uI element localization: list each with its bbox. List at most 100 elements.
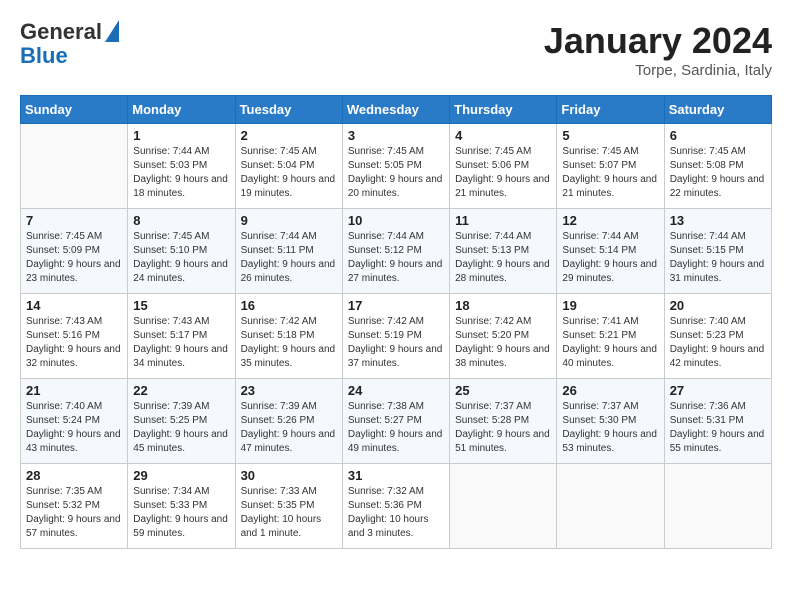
day-number: 26 xyxy=(562,383,658,398)
calendar-cell: 31 Sunrise: 7:32 AMSunset: 5:36 PMDayligh… xyxy=(342,464,449,549)
day-info: Sunrise: 7:45 AMSunset: 5:08 PMDaylight:… xyxy=(670,145,766,201)
weekday-header-saturday: Saturday xyxy=(664,96,771,124)
day-number: 24 xyxy=(348,383,444,398)
week-row-5: 28Sunrise: 7:35 AMSunset: 5:32 PMDayligh… xyxy=(21,464,772,549)
day-info: Sunrise: 7:43 AMSunset: 5:16 PMDaylight:… xyxy=(26,315,122,371)
day-number: 3 xyxy=(348,128,444,143)
day-info: Sunrise: 7:40 AMSunset: 5:23 PMDaylight:… xyxy=(670,315,766,371)
calendar-cell: 21 Sunrise: 7:40 AMSunset: 5:24 PMDayligh… xyxy=(21,379,128,464)
day-info: Sunrise: 7:44 AMSunset: 5:14 PMDaylight:… xyxy=(562,230,658,286)
day-number: 16 xyxy=(241,298,337,313)
day-info: Sunrise: 7:36 AMSunset: 5:31 PMDaylight:… xyxy=(670,400,766,456)
day-number: 27 xyxy=(670,383,766,398)
logo-triangle-icon xyxy=(105,20,119,42)
day-info: Sunrise: 7:44 AMSunset: 5:03 PMDaylight:… xyxy=(133,145,229,201)
calendar-cell: 11 Sunrise: 7:44 AMSunset: 5:13 PMDayligh… xyxy=(450,209,557,294)
week-row-1: 1 Sunrise: 7:44 AMSunset: 5:03 PMDaylight… xyxy=(21,124,772,209)
page-header: General Blue January 2024 Torpe, Sardini… xyxy=(20,20,772,79)
day-info: Sunrise: 7:45 AMSunset: 5:09 PMDaylight:… xyxy=(26,230,122,286)
day-number: 17 xyxy=(348,298,444,313)
day-number: 2 xyxy=(241,128,337,143)
day-info: Sunrise: 7:42 AMSunset: 5:20 PMDaylight:… xyxy=(455,315,551,371)
calendar-cell: 25Sunrise: 7:37 AMSunset: 5:28 PMDayligh… xyxy=(450,379,557,464)
calendar-cell: 17 Sunrise: 7:42 AMSunset: 5:19 PMDayligh… xyxy=(342,294,449,379)
calendar-cell: 18 Sunrise: 7:42 AMSunset: 5:20 PMDayligh… xyxy=(450,294,557,379)
day-info: Sunrise: 7:32 AMSunset: 5:36 PMDaylight:… xyxy=(348,485,444,541)
calendar-cell: 9Sunrise: 7:44 AMSunset: 5:11 PMDaylight… xyxy=(235,209,342,294)
day-number: 13 xyxy=(670,213,766,228)
calendar-cell: 4 Sunrise: 7:45 AMSunset: 5:06 PMDaylight… xyxy=(450,124,557,209)
logo-blue-text: Blue xyxy=(20,43,68,68)
day-info: Sunrise: 7:45 AMSunset: 5:10 PMDaylight:… xyxy=(133,230,229,286)
calendar-cell: 23Sunrise: 7:39 AMSunset: 5:26 PMDayligh… xyxy=(235,379,342,464)
day-info: Sunrise: 7:45 AMSunset: 5:05 PMDaylight:… xyxy=(348,145,444,201)
day-info: Sunrise: 7:44 AMSunset: 5:15 PMDaylight:… xyxy=(670,230,766,286)
calendar-cell xyxy=(21,124,128,209)
day-number: 12 xyxy=(562,213,658,228)
day-info: Sunrise: 7:39 AMSunset: 5:25 PMDaylight:… xyxy=(133,400,229,456)
day-number: 21 xyxy=(26,383,122,398)
day-number: 31 xyxy=(348,468,444,483)
calendar-cell: 20 Sunrise: 7:40 AMSunset: 5:23 PMDayligh… xyxy=(664,294,771,379)
day-info: Sunrise: 7:37 AMSunset: 5:28 PMDaylight:… xyxy=(455,400,551,456)
day-info: Sunrise: 7:43 AMSunset: 5:17 PMDaylight:… xyxy=(133,315,229,371)
calendar-cell: 14Sunrise: 7:43 AMSunset: 5:16 PMDayligh… xyxy=(21,294,128,379)
calendar-cell xyxy=(557,464,664,549)
calendar-cell: 28Sunrise: 7:35 AMSunset: 5:32 PMDayligh… xyxy=(21,464,128,549)
day-number: 4 xyxy=(455,128,551,143)
calendar-cell: 8Sunrise: 7:45 AMSunset: 5:10 PMDaylight… xyxy=(128,209,235,294)
day-info: Sunrise: 7:44 AMSunset: 5:12 PMDaylight:… xyxy=(348,230,444,286)
day-number: 9 xyxy=(241,213,337,228)
calendar-cell: 3 Sunrise: 7:45 AMSunset: 5:05 PMDaylight… xyxy=(342,124,449,209)
calendar-cell: 1 Sunrise: 7:44 AMSunset: 5:03 PMDaylight… xyxy=(128,124,235,209)
weekday-header-wednesday: Wednesday xyxy=(342,96,449,124)
weekday-header-friday: Friday xyxy=(557,96,664,124)
week-row-2: 7 Sunrise: 7:45 AMSunset: 5:09 PMDaylight… xyxy=(21,209,772,294)
calendar-cell: 10 Sunrise: 7:44 AMSunset: 5:12 PMDayligh… xyxy=(342,209,449,294)
day-number: 10 xyxy=(348,213,444,228)
day-info: Sunrise: 7:38 AMSunset: 5:27 PMDaylight:… xyxy=(348,400,444,456)
calendar-cell xyxy=(664,464,771,549)
week-row-4: 21 Sunrise: 7:40 AMSunset: 5:24 PMDayligh… xyxy=(21,379,772,464)
day-number: 23 xyxy=(241,383,337,398)
calendar-cell xyxy=(450,464,557,549)
day-info: Sunrise: 7:45 AMSunset: 5:07 PMDaylight:… xyxy=(562,145,658,201)
day-info: Sunrise: 7:41 AMSunset: 5:21 PMDaylight:… xyxy=(562,315,658,371)
day-number: 18 xyxy=(455,298,551,313)
day-info: Sunrise: 7:42 AMSunset: 5:18 PMDaylight:… xyxy=(241,315,337,371)
day-info: Sunrise: 7:33 AMSunset: 5:35 PMDaylight:… xyxy=(241,485,337,541)
weekday-header-monday: Monday xyxy=(128,96,235,124)
calendar-cell: 5Sunrise: 7:45 AMSunset: 5:07 PMDaylight… xyxy=(557,124,664,209)
calendar-cell: 27 Sunrise: 7:36 AMSunset: 5:31 PMDayligh… xyxy=(664,379,771,464)
day-number: 20 xyxy=(670,298,766,313)
calendar-table: SundayMondayTuesdayWednesdayThursdayFrid… xyxy=(20,95,772,549)
day-info: Sunrise: 7:40 AMSunset: 5:24 PMDaylight:… xyxy=(26,400,122,456)
month-title: January 2024 xyxy=(544,20,772,62)
logo-text: General xyxy=(20,20,102,44)
calendar-cell: 15Sunrise: 7:43 AMSunset: 5:17 PMDayligh… xyxy=(128,294,235,379)
weekday-header-tuesday: Tuesday xyxy=(235,96,342,124)
day-number: 11 xyxy=(455,213,551,228)
day-number: 30 xyxy=(241,468,337,483)
calendar-cell: 19 Sunrise: 7:41 AMSunset: 5:21 PMDayligh… xyxy=(557,294,664,379)
day-number: 7 xyxy=(26,213,122,228)
calendar-cell: 24 Sunrise: 7:38 AMSunset: 5:27 PMDayligh… xyxy=(342,379,449,464)
calendar-cell: 12 Sunrise: 7:44 AMSunset: 5:14 PMDayligh… xyxy=(557,209,664,294)
day-number: 29 xyxy=(133,468,229,483)
calendar-cell: 16 Sunrise: 7:42 AMSunset: 5:18 PMDayligh… xyxy=(235,294,342,379)
location-subtitle: Torpe, Sardinia, Italy xyxy=(544,62,772,79)
title-block: January 2024 Torpe, Sardinia, Italy xyxy=(544,20,772,79)
day-number: 19 xyxy=(562,298,658,313)
day-info: Sunrise: 7:35 AMSunset: 5:32 PMDaylight:… xyxy=(26,485,122,541)
calendar-cell: 2 Sunrise: 7:45 AMSunset: 5:04 PMDaylight… xyxy=(235,124,342,209)
calendar-cell: 29Sunrise: 7:34 AMSunset: 5:33 PMDayligh… xyxy=(128,464,235,549)
day-info: Sunrise: 7:42 AMSunset: 5:19 PMDaylight:… xyxy=(348,315,444,371)
logo: General Blue xyxy=(20,20,119,68)
day-info: Sunrise: 7:44 AMSunset: 5:13 PMDaylight:… xyxy=(455,230,551,286)
day-number: 1 xyxy=(133,128,229,143)
day-info: Sunrise: 7:45 AMSunset: 5:04 PMDaylight:… xyxy=(241,145,337,201)
calendar-cell: 13 Sunrise: 7:44 AMSunset: 5:15 PMDayligh… xyxy=(664,209,771,294)
day-info: Sunrise: 7:45 AMSunset: 5:06 PMDaylight:… xyxy=(455,145,551,201)
weekday-header-row: SundayMondayTuesdayWednesdayThursdayFrid… xyxy=(21,96,772,124)
week-row-3: 14Sunrise: 7:43 AMSunset: 5:16 PMDayligh… xyxy=(21,294,772,379)
